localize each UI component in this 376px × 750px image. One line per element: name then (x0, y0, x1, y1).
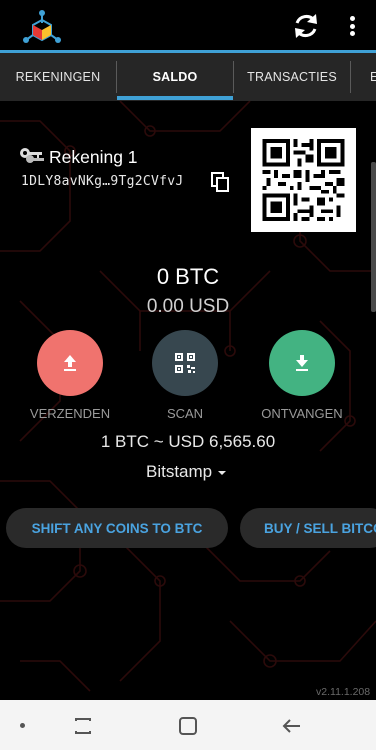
qr-scan-icon (175, 353, 195, 373)
dropdown-caret-icon (218, 471, 227, 475)
account-address[interactable]: 1DLY8avNKg…9Tg2CVfvJ (21, 174, 184, 189)
tab-bar: REKENINGEN SALDO TRANSACTIES E (0, 53, 376, 101)
balance-btc: 0 BTC (156, 264, 220, 289)
upload-icon (64, 355, 76, 371)
address-qr-code[interactable] (251, 128, 356, 232)
more-vert-icon[interactable] (344, 12, 360, 40)
tab-transacties[interactable]: TRANSACTIES (234, 53, 350, 101)
app-logo-icon (23, 10, 61, 43)
key-icon (20, 148, 44, 163)
tab-saldo[interactable]: SALDO (117, 53, 233, 101)
home-icon[interactable] (177, 715, 199, 737)
receive-label: ONTVANGEN (261, 406, 343, 421)
refresh-icon[interactable] (290, 10, 322, 42)
exchange-rate: 1 BTC ~ USD 6,565.60 (100, 432, 276, 451)
nav-dot-icon[interactable] (20, 723, 25, 728)
system-nav-bar (0, 700, 376, 750)
recent-apps-icon[interactable] (72, 715, 94, 737)
send-button[interactable] (37, 330, 103, 396)
app-bar (0, 0, 376, 53)
exchange-selector[interactable]: Bitstamp (146, 462, 227, 482)
account-name: Rekening 1 (49, 147, 138, 167)
scan-label: SCAN (166, 406, 204, 421)
copy-icon[interactable] (211, 172, 229, 192)
tab-active-indicator (117, 96, 233, 100)
tab-rekeningen[interactable]: REKENINGEN (0, 53, 116, 101)
send-label: VERZENDEN (29, 406, 111, 421)
receive-button[interactable] (269, 330, 335, 396)
app-version: v2.11.1.208 (316, 686, 371, 698)
exchange-name: Bitstamp (146, 462, 213, 481)
scan-button[interactable] (152, 330, 218, 396)
back-icon[interactable] (281, 715, 303, 737)
tab-next[interactable]: E (351, 53, 376, 101)
qr-code-icon (262, 139, 345, 221)
buy-sell-button[interactable]: BUY / SELL BITCOIN (240, 508, 376, 548)
shift-coins-button[interactable]: SHIFT ANY COINS TO BTC (6, 508, 228, 548)
download-icon (296, 355, 308, 371)
balance-usd: 0.00 USD (146, 296, 230, 317)
